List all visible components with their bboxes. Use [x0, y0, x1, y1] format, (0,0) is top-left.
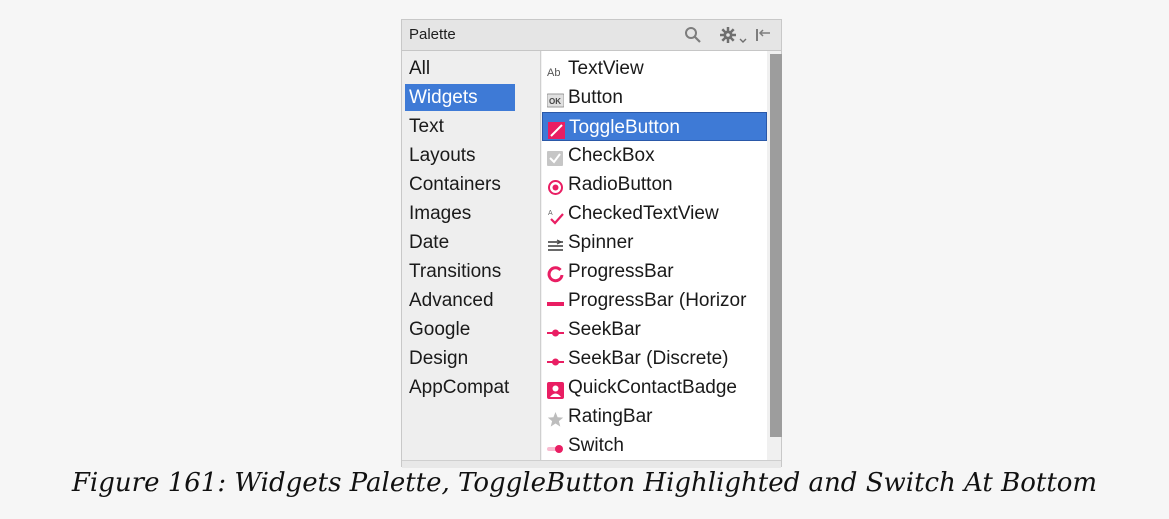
- spinner-icon: [547, 234, 564, 251]
- togglebutton-icon: [548, 119, 565, 139]
- palette-panel: Palette All Widgets Text Layouts Contain…: [401, 19, 782, 468]
- collapse-icon[interactable]: [754, 26, 772, 49]
- palette-bottom-strip: [402, 460, 781, 468]
- category-appcompat[interactable]: AppCompat: [405, 374, 515, 401]
- progressbar-icon: [547, 263, 564, 283]
- seekbar-discrete-icon: [547, 350, 564, 367]
- category-layouts[interactable]: Layouts: [405, 142, 515, 169]
- search-icon[interactable]: [684, 26, 702, 49]
- widget-spinner[interactable]: Spinner: [542, 228, 767, 257]
- widget-switch[interactable]: Switch: [542, 431, 767, 460]
- category-text[interactable]: Text: [405, 113, 515, 140]
- chevron-down-icon[interactable]: [739, 31, 747, 49]
- progressbar-horizontal-icon: [547, 292, 564, 309]
- category-date[interactable]: Date: [405, 229, 515, 256]
- category-containers[interactable]: Containers: [405, 171, 515, 198]
- svg-text:A: A: [548, 210, 553, 217]
- widget-progressbar-horizontal[interactable]: ProgressBar (Horizor: [542, 286, 767, 315]
- switch-icon: [547, 437, 564, 454]
- category-design[interactable]: Design: [405, 345, 515, 372]
- widget-seekbar-discrete[interactable]: SeekBar (Discrete): [542, 344, 767, 373]
- quickcontactbadge-icon: [547, 379, 564, 399]
- widget-togglebutton[interactable]: ToggleButton: [542, 112, 767, 141]
- widget-checkedtextview[interactable]: A CheckedTextView: [542, 199, 767, 228]
- scrollbar-thumb[interactable]: [770, 54, 782, 437]
- palette-title-bar: Palette: [402, 20, 781, 51]
- gear-icon[interactable]: [719, 26, 737, 49]
- seekbar-icon: [547, 321, 564, 338]
- category-images[interactable]: Images: [405, 200, 515, 227]
- widget-textview[interactable]: Ab TextView: [542, 54, 767, 83]
- svg-text:OK: OK: [549, 97, 561, 106]
- widget-list: Ab TextView OK Button ToggleButton Check…: [542, 51, 767, 460]
- widget-radiobutton[interactable]: RadioButton: [542, 170, 767, 199]
- widget-checkbox[interactable]: CheckBox: [542, 141, 767, 170]
- palette-title: Palette: [409, 26, 456, 43]
- widget-button[interactable]: OK Button: [542, 83, 767, 112]
- button-icon: OK: [546, 89, 565, 108]
- widget-quickcontactbadge[interactable]: QuickContactBadge: [542, 373, 767, 402]
- widget-ratingbar[interactable]: RatingBar: [542, 402, 767, 431]
- radiobutton-icon: [547, 176, 564, 195]
- category-transitions[interactable]: Transitions: [405, 258, 515, 285]
- checkedtextview-icon: A: [547, 205, 564, 225]
- svg-text:Ab: Ab: [547, 67, 560, 79]
- checkbox-icon: [547, 147, 564, 166]
- widget-progressbar[interactable]: ProgressBar: [542, 257, 767, 286]
- widget-seekbar[interactable]: SeekBar: [542, 315, 767, 344]
- category-widgets[interactable]: Widgets: [405, 84, 515, 111]
- textview-icon: Ab: [547, 60, 564, 79]
- category-all[interactable]: All: [405, 55, 515, 82]
- category-list: All Widgets Text Layouts Containers Imag…: [402, 51, 541, 460]
- category-google[interactable]: Google: [405, 316, 515, 343]
- category-advanced[interactable]: Advanced: [405, 287, 515, 314]
- figure-caption: Figure 161: Widgets Palette, ToggleButto…: [71, 468, 1098, 498]
- ratingbar-icon: [547, 408, 564, 427]
